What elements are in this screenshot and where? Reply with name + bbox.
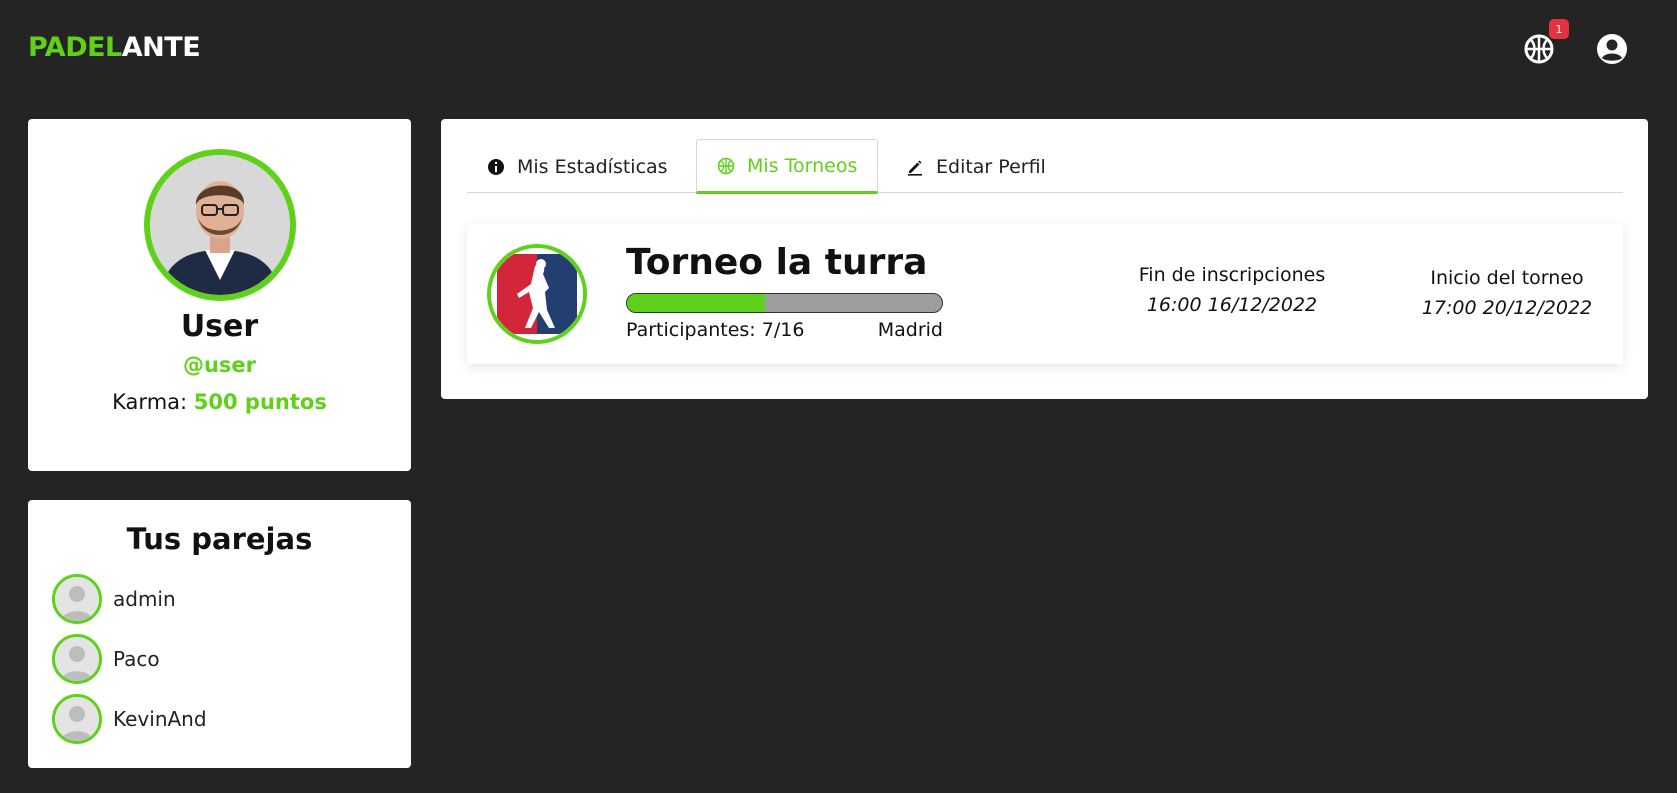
partners-card: Tus parejas admin Paco KevinAnd <box>28 500 411 768</box>
profile-card: User @user Karma: 500 puntos <box>28 119 411 471</box>
tab-bar: Mis Estadísticas Mis Torneos Editar Perf… <box>467 139 1623 194</box>
tournament-start: Inicio del torneo 17:00 20/12/2022 <box>1407 267 1607 319</box>
registration-end-value: 16:00 16/12/2022 <box>1146 294 1318 316</box>
karma-label: Karma: <box>112 390 188 414</box>
tab-label: Mis Torneos <box>747 154 858 177</box>
participants-progress <box>626 293 943 313</box>
profile-handle: @user <box>182 353 257 377</box>
tournament-card[interactable]: Torneo la turra Participantes: 7/16 Madr… <box>467 224 1623 364</box>
tab-label: Mis Estadísticas <box>517 155 668 178</box>
tab-edit-profile[interactable]: Editar Perfil <box>886 139 1066 194</box>
partner-avatar <box>52 634 102 684</box>
tournaments-button[interactable]: 1 <box>1523 19 1569 65</box>
registration-end-label: Fin de inscripciones <box>1138 264 1326 286</box>
basketball-icon <box>717 157 735 174</box>
partner-name: KevinAnd <box>113 707 207 731</box>
participants-progress-fill <box>627 294 765 312</box>
pencil-icon <box>908 160 922 176</box>
tab-tournaments[interactable]: Mis Torneos <box>696 139 879 194</box>
user-circle-icon <box>1597 34 1627 64</box>
profile-name: User <box>180 309 259 344</box>
brand-part2: ANTE <box>121 32 201 63</box>
tournament-start-label: Inicio del torneo <box>1430 267 1584 289</box>
tournament-city: Madrid <box>877 319 943 341</box>
profile-avatar <box>144 149 296 301</box>
account-button[interactable] <box>1596 33 1628 65</box>
info-icon <box>488 158 504 175</box>
partner-avatar <box>52 694 102 744</box>
partner-avatar <box>52 574 102 624</box>
tournament-name: Torneo la turra <box>626 242 928 283</box>
partner-name: admin <box>113 587 176 611</box>
karma-value: 500 puntos <box>193 390 327 414</box>
partner-item[interactable]: admin <box>52 574 176 624</box>
registration-end: Fin de inscripciones 16:00 16/12/2022 <box>1107 264 1357 316</box>
main-card: Mis Estadísticas Mis Torneos Editar Perf… <box>441 119 1648 399</box>
tab-stats[interactable]: Mis Estadísticas <box>467 139 688 194</box>
tab-label: Editar Perfil <box>936 155 1046 178</box>
partners-title: Tus parejas <box>126 522 313 556</box>
partner-name: Paco <box>113 647 160 671</box>
partner-item[interactable]: Paco <box>52 634 160 684</box>
brand-part1: PADEL <box>28 32 122 63</box>
default-avatar-icon <box>55 637 99 681</box>
tournament-logo <box>487 244 587 344</box>
partner-item[interactable]: KevinAnd <box>52 694 207 744</box>
brand-logo[interactable]: PADELANTE <box>28 32 201 63</box>
default-avatar-icon <box>55 577 99 621</box>
notification-badge: 1 <box>1549 19 1569 39</box>
participants-count: Participantes: 7/16 <box>626 319 805 341</box>
default-avatar-icon <box>55 697 99 741</box>
tournament-start-value: 17:00 20/12/2022 <box>1421 297 1593 319</box>
profile-karma: Karma: 500 puntos <box>28 390 411 414</box>
